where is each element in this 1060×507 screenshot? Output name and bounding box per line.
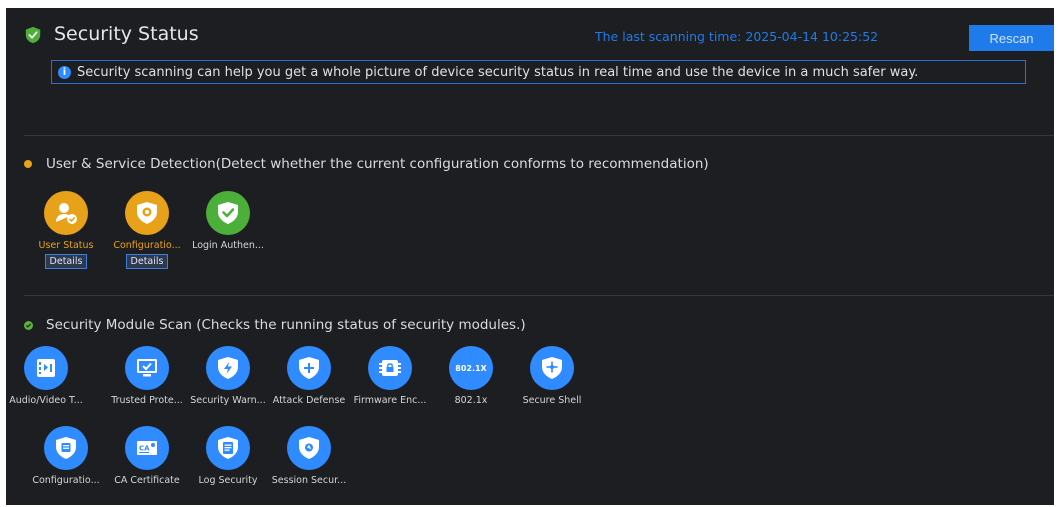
item-label: Audio/Video T... [9, 395, 83, 406]
last-scan-time: The last scanning time: 2025-04-14 10:25… [595, 29, 879, 44]
module-firmware-encryption[interactable]: Firmware Enc... [350, 346, 430, 406]
shield-document-icon[interactable] [44, 426, 88, 470]
item-label: Attack Defense [272, 395, 346, 406]
shield-lightning-icon[interactable] [206, 346, 250, 390]
warning-status-dot [24, 160, 32, 168]
info-banner: i Security scanning can help you get a w… [51, 60, 1026, 84]
item-label: Secure Shell [522, 395, 582, 406]
module-session-security[interactable]: Session Secur... [269, 426, 349, 486]
section-security-module: Security Module Scan (Checks the running… [24, 317, 526, 333]
item-label: Security Warn... [190, 395, 266, 406]
module-trusted-protection[interactable]: Trusted Prote... [107, 346, 187, 406]
shield-session-icon[interactable] [287, 426, 331, 470]
details-button[interactable]: Details [125, 254, 169, 269]
config-shield-icon[interactable] [125, 191, 169, 235]
item-label: Configuratio... [32, 475, 100, 486]
module-ca-certificate[interactable]: CA CA Certificate [107, 426, 187, 486]
info-text: Security scanning can help you get a who… [77, 64, 919, 80]
icon-text: 802.1X [455, 363, 487, 373]
module-attack-defense[interactable]: Attack Defense [269, 346, 349, 406]
module-secure-shell[interactable]: Secure Shell [512, 346, 592, 406]
certificate-icon[interactable]: CA [125, 426, 169, 470]
divider [24, 295, 1054, 296]
item-label: 802.1x [454, 395, 488, 406]
audio-video-icon[interactable] [24, 346, 68, 390]
check-item-configuration[interactable]: Configuratio... Details [107, 191, 187, 269]
8021x-icon[interactable]: 802.1X [449, 346, 493, 390]
monitor-check-icon[interactable] [125, 346, 169, 390]
section-title: User & Service Detection(Detect whether … [46, 156, 709, 172]
shield-check-icon[interactable] [206, 191, 250, 235]
page-title: Security Status [54, 23, 199, 45]
icon-text: CA [139, 445, 150, 453]
section-user-service: User & Service Detection(Detect whether … [24, 156, 709, 172]
module-security-warning[interactable]: Security Warn... [188, 346, 268, 406]
item-label: Configuratio... [113, 240, 181, 251]
shield-check-icon [25, 26, 41, 44]
module-log-security[interactable]: Log Security [188, 426, 268, 486]
check-item-login-authentication[interactable]: Login Authen... [188, 191, 268, 251]
log-document-icon[interactable] [206, 426, 250, 470]
check-item-user-status[interactable]: User Status Details [26, 191, 106, 269]
shield-network-icon[interactable] [530, 346, 574, 390]
item-label: Session Secur... [271, 475, 347, 486]
item-label: User Status [38, 240, 94, 251]
divider [24, 135, 1054, 136]
user-check-icon[interactable] [44, 191, 88, 235]
item-label: Log Security [198, 475, 258, 486]
item-label: CA Certificate [114, 475, 180, 486]
module-audio-video[interactable]: Audio/Video T... [6, 346, 86, 406]
security-status-panel: Security Status The last scanning time: … [6, 8, 1054, 505]
item-label: Login Authen... [192, 240, 264, 251]
chip-lock-icon[interactable] [368, 346, 412, 390]
details-button[interactable]: Details [44, 254, 88, 269]
module-8021x[interactable]: 802.1X 802.1x [431, 346, 511, 406]
info-icon: i [58, 65, 71, 79]
item-label: Firmware Enc... [353, 395, 427, 406]
shield-plus-icon[interactable] [287, 346, 331, 390]
check-icon [24, 320, 33, 330]
section-title: Security Module Scan (Checks the running… [46, 317, 526, 333]
rescan-button[interactable]: Rescan [969, 25, 1054, 51]
item-label: Trusted Prote... [111, 395, 183, 406]
module-configuration[interactable]: Configuratio... [26, 426, 106, 486]
